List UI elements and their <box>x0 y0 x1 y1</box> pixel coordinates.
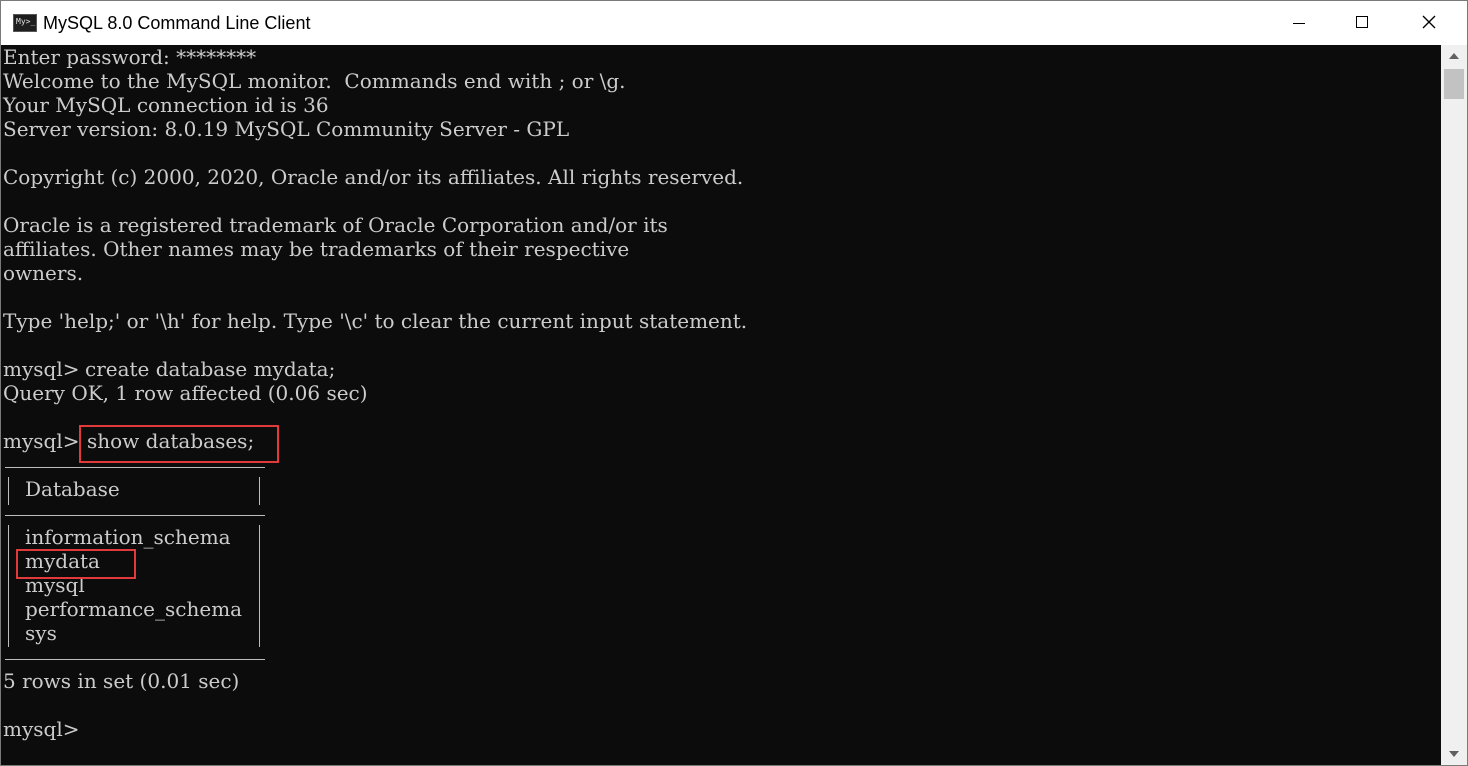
close-button[interactable] <box>1397 1 1461 45</box>
mysql-prompt: mysql> <box>3 357 80 381</box>
console-line: owners. <box>3 261 84 285</box>
minimize-button[interactable] <box>1267 1 1331 45</box>
console-line: Server version: 8.0.19 MySQL Community S… <box>3 117 570 141</box>
maximize-button[interactable] <box>1331 1 1395 45</box>
table-border-right <box>259 477 260 505</box>
table-border-bottom <box>5 659 265 660</box>
mysql-console-window: My>_ MySQL 8.0 Command Line Client Enter… <box>0 0 1468 766</box>
table-border-left <box>8 525 9 647</box>
command-highlight-box <box>79 425 279 463</box>
scrollbar-thumb[interactable] <box>1444 69 1464 99</box>
table-border-top <box>5 467 265 468</box>
table-row: sys <box>25 621 57 645</box>
console-line: Enter password: ******** <box>3 45 257 69</box>
console-line: 5 rows in set (0.01 sec) <box>3 669 240 693</box>
close-icon <box>1422 15 1436 29</box>
maximize-icon <box>1356 16 1368 28</box>
mysql-prompt: mysql> <box>3 429 80 453</box>
scroll-down-button[interactable] <box>1441 743 1467 765</box>
minimize-icon <box>1293 23 1305 24</box>
console-line: Copyright (c) 2000, 2020, Oracle and/or … <box>3 165 744 189</box>
create-database-command: create database mydata; <box>85 357 336 381</box>
console-output[interactable]: Enter password: ******** Welcome to the … <box>1 45 1441 765</box>
mysql-prompt: mysql> <box>3 717 80 741</box>
table-border-left <box>8 477 9 505</box>
vertical-scrollbar[interactable] <box>1441 45 1467 765</box>
chevron-up-icon <box>1449 53 1459 59</box>
console-line: Query OK, 1 row affected (0.06 sec) <box>3 381 368 405</box>
window-title: MySQL 8.0 Command Line Client <box>43 13 311 33</box>
table-border-right <box>259 525 260 647</box>
console-line: Welcome to the MySQL monitor. Commands e… <box>3 69 626 93</box>
console-line: Your MySQL connection id is 36 <box>3 93 329 117</box>
table-row: information_schema <box>25 525 231 549</box>
table-header-database: Database <box>25 477 120 501</box>
title-bar[interactable]: My>_ MySQL 8.0 Command Line Client <box>1 1 1467 45</box>
table-border-header <box>5 515 265 516</box>
row-highlight-box <box>16 549 136 579</box>
console-line: affiliates. Other names may be trademark… <box>3 237 630 261</box>
chevron-down-icon <box>1449 751 1459 757</box>
console-line: Type 'help;' or '\h' for help. Type '\c'… <box>3 309 748 333</box>
table-row: performance_schema <box>25 597 243 621</box>
scroll-up-button[interactable] <box>1441 45 1467 67</box>
console-line: Oracle is a registered trademark of Orac… <box>3 213 668 237</box>
mysql-app-icon: My>_ <box>13 14 37 32</box>
